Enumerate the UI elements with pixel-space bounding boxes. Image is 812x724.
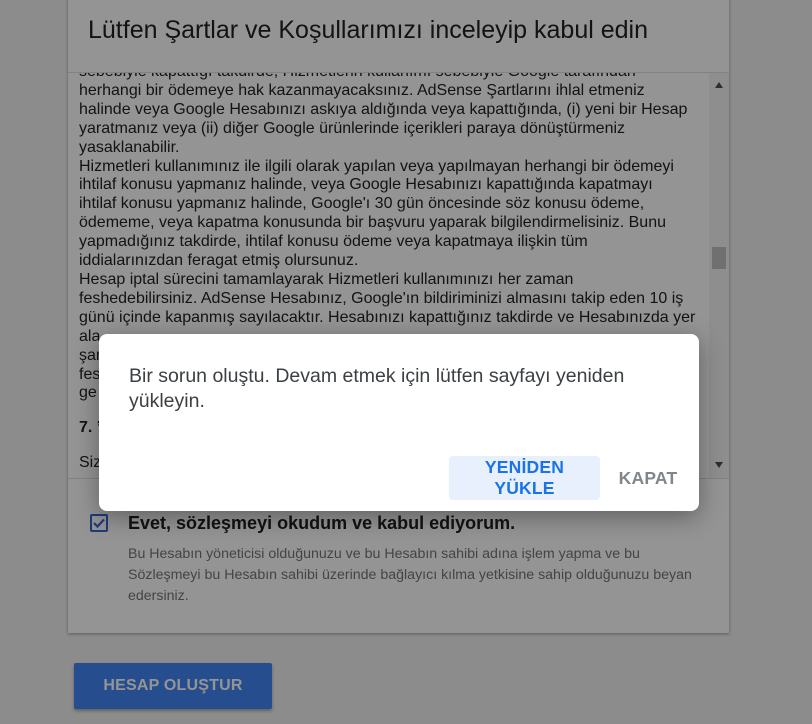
dialog-message: Bir sorun oluştu. Devam etmek için lütfe… — [129, 365, 625, 412]
close-button[interactable]: KAPAT — [611, 456, 685, 500]
error-dialog: Bir sorun oluştu. Devam etmek için lütfe… — [99, 334, 699, 511]
reload-button[interactable]: YENİDEN YÜKLE — [449, 456, 600, 500]
